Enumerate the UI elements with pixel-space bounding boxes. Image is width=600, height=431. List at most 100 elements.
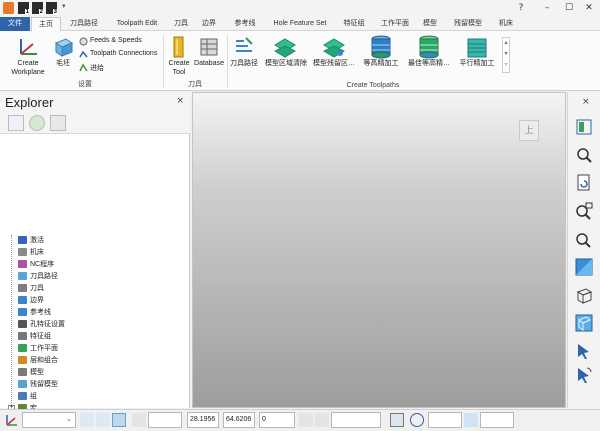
tree-item-layers[interactable]: 层和组合 — [18, 355, 58, 367]
toolpaths-icon — [236, 37, 253, 52]
zoom-box-icon[interactable] — [575, 202, 593, 220]
workplane-axes-icon — [20, 39, 37, 55]
graphics-viewport[interactable]: 上 — [192, 92, 566, 408]
ribbon-tabs: 文件 主页 刀具路径 Toolpath Edit 刀具 边界 参考线 Hole … — [0, 17, 600, 32]
chevron-down-icon: ⌄ — [66, 416, 72, 423]
shaded-wireframe-icon[interactable] — [575, 314, 593, 332]
layers-view-icon[interactable] — [575, 118, 593, 136]
ribbon-panel: Create Workplane 毛坯 Feeds & Speeds Toolp… — [0, 31, 600, 91]
tab-hole-feature-set[interactable]: Hole Feature Set — [268, 17, 332, 31]
tree-item-label: NC程序 — [30, 261, 55, 268]
tree-item-label: 边界 — [30, 297, 44, 304]
workplane-select[interactable]: ⌄ — [22, 412, 76, 428]
quick-access-1-label: 1 — [24, 9, 30, 15]
grid-value-field[interactable] — [148, 412, 182, 428]
toolpaths-label: 刀具路径 — [230, 60, 258, 67]
tree-item-workplane[interactable]: 工作平面 — [18, 343, 58, 355]
help-button[interactable]: ? — [512, 1, 530, 15]
toolpath-connections-icon — [79, 50, 88, 58]
customize-quick-access-icon[interactable]: ▾ — [62, 2, 66, 10]
tab-workplane[interactable]: 工作平面 — [376, 17, 414, 31]
minimize-button[interactable]: – — [538, 1, 556, 15]
disabled-view-icon[interactable] — [50, 115, 66, 131]
tree-item-pattern[interactable]: 参考线 — [18, 307, 51, 319]
tool-status-icon[interactable] — [464, 413, 478, 427]
maximize-button[interactable]: ☐ — [560, 1, 578, 15]
quick-access-2-icon[interactable]: 2 — [32, 2, 44, 15]
tree-item-stock-model[interactable]: 残留模型 — [18, 379, 58, 391]
app-logo-icon[interactable] — [3, 2, 14, 14]
units-icon[interactable] — [299, 413, 313, 427]
ribbon-gallery-scroll[interactable]: ▴ ▾ ▿ — [502, 37, 510, 73]
tab-file[interactable]: 文件 — [0, 17, 30, 31]
tab-model[interactable]: 模型 — [419, 17, 441, 31]
tree-item-tool[interactable]: 刀具 — [18, 283, 44, 295]
create-tool-label-2: Tool — [172, 69, 186, 76]
y-coordinate-field[interactable]: 64.6206 — [223, 412, 255, 428]
tree-item-nc-program[interactable]: NC程序 — [18, 259, 54, 271]
explorer-close-button[interactable]: × — [176, 96, 184, 106]
tree-item-model[interactable]: 模型 — [18, 367, 44, 379]
measure-field[interactable] — [331, 412, 381, 428]
tab-pattern[interactable]: 参考线 — [229, 17, 261, 31]
leads-links-icon — [79, 63, 88, 72]
tree-item-toolpath[interactable]: 刀具路径 — [18, 271, 58, 283]
workplane-toggle-icon[interactable] — [96, 413, 110, 427]
tool-value-field[interactable] — [480, 412, 514, 428]
tree-item-machine[interactable]: 机床 — [18, 247, 44, 259]
grid-icon[interactable] — [132, 413, 146, 427]
calculator-icon[interactable] — [390, 413, 404, 427]
grid-snap-icon[interactable] — [112, 413, 126, 427]
activate-icon — [18, 236, 27, 245]
tab-tool[interactable]: 刀具 — [170, 17, 192, 31]
tree-item-feature-group[interactable]: 特征组 — [18, 331, 51, 343]
viewcube[interactable]: 上 — [519, 120, 539, 141]
tree-item-hole-feature[interactable]: 孔特征设置 — [18, 319, 65, 331]
tab-toolpath-edit[interactable]: Toolpath Edit — [108, 17, 166, 31]
quick-access-3-icon[interactable]: 3 — [46, 2, 58, 15]
quick-access-1-icon[interactable]: 1 — [18, 2, 30, 15]
view-toolbar-close-button[interactable]: × — [582, 97, 590, 107]
tolerance-field[interactable] — [428, 412, 462, 428]
tree-view-icon[interactable] — [8, 115, 24, 131]
tab-toolpaths[interactable]: 刀具路径 — [64, 17, 104, 31]
tree-item-group[interactable]: 组 — [18, 391, 37, 403]
x-coordinate-field[interactable]: 28.1956 — [187, 412, 219, 428]
tab-boundary[interactable]: 边界 — [198, 17, 220, 31]
zoom-out-icon[interactable] — [575, 230, 593, 248]
view-toolbar: × — [567, 92, 600, 408]
shaded-view-icon[interactable] — [575, 258, 593, 276]
hole-feature-icon — [18, 320, 27, 329]
block-cube-icon — [54, 38, 74, 57]
boundary-icon — [18, 296, 27, 305]
model-rest-clearance-label: 模型残留区… — [313, 60, 355, 67]
crosshair-icon[interactable] — [410, 413, 424, 427]
zoom-refresh-icon[interactable] — [575, 146, 593, 164]
model-area-clearance-label: 模型区域清除 — [265, 60, 307, 67]
tab-home[interactable]: 主页 — [31, 17, 61, 32]
close-button[interactable]: ✕ — [580, 1, 598, 15]
select-rotate-icon[interactable] — [575, 366, 593, 384]
tab-stock-model[interactable]: 残留模型 — [450, 17, 486, 31]
nc-program-icon — [18, 260, 27, 269]
measure-icon[interactable] — [315, 413, 329, 427]
tree-item-label: 参考线 — [30, 309, 51, 316]
tab-machine[interactable]: 机床 — [494, 17, 518, 31]
block-label: 毛坯 — [56, 60, 70, 67]
tree-item-boundary[interactable]: 边界 — [18, 295, 44, 307]
group-icon — [18, 392, 27, 401]
workplane-status-icon[interactable] — [5, 413, 19, 427]
globe-icon[interactable] — [29, 115, 45, 131]
database-label: Database — [194, 60, 224, 67]
axis-snap-icon[interactable] — [80, 413, 94, 427]
tree-item-activate[interactable]: 激活 — [18, 235, 44, 247]
wireframe-view-icon[interactable] — [575, 286, 593, 304]
constant-z-finishing-label: 等高精加工 — [363, 60, 399, 67]
select-cursor-icon[interactable] — [575, 342, 593, 360]
z-coordinate-field[interactable]: 0 — [259, 412, 295, 428]
refresh-page-icon[interactable] — [575, 174, 593, 192]
explorer-toolbar — [0, 112, 190, 134]
title-bar: 1 2 3 ▾ ? – ☐ ✕ — [0, 0, 600, 17]
optimized-constant-z-label: 最佳等高精… — [408, 60, 450, 67]
tab-feature-group[interactable]: 特征组 — [338, 17, 370, 31]
